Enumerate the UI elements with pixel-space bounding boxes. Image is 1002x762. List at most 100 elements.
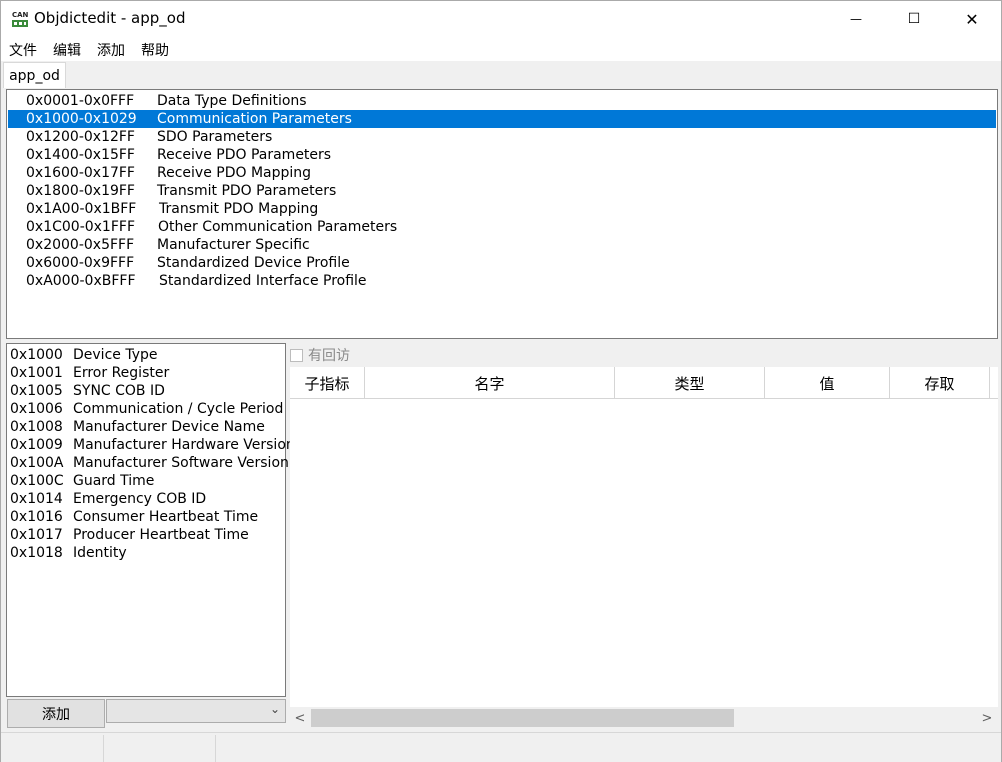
index-code: 0x1018 xyxy=(10,545,63,561)
tab-strip: app_od xyxy=(1,61,1001,88)
index-item[interactable]: 0x1006 Communication / Cycle Period xyxy=(10,400,283,418)
index-item[interactable]: 0x1008 Manufacturer Device Name xyxy=(10,418,265,436)
status-pane-3 xyxy=(216,735,1001,762)
range-name: Standardized Device Profile xyxy=(157,255,350,271)
index-code: 0x1005 xyxy=(10,383,63,399)
subindex-grid[interactable]: 子指标 名字 类型 值 存取 xyxy=(290,367,998,707)
index-name: Identity xyxy=(73,545,127,561)
status-bar xyxy=(1,732,1001,762)
index-name: Manufacturer Software Version xyxy=(73,455,289,471)
index-name: Device Type xyxy=(73,347,158,363)
range-name: Transmit PDO Mapping xyxy=(159,201,319,217)
status-pane-2 xyxy=(104,735,216,762)
range-name: Other Communication Parameters xyxy=(158,219,398,235)
index-name: Emergency COB ID xyxy=(73,491,207,507)
range-item[interactable]: 0x2000-0x5FFF Manufacturer Specific xyxy=(8,236,996,254)
range-name: Standardized Interface Profile xyxy=(159,273,367,289)
chevron-down-icon[interactable]: ⌄ xyxy=(270,702,280,716)
menu-bar: 文件 编辑 添加 帮助 xyxy=(1,37,1001,61)
menu-edit[interactable]: 编辑 xyxy=(53,40,81,60)
app-window: CAN Objdictedit - app_od — ☐ ✕ 文件 编辑 添加 … xyxy=(0,0,1002,762)
range-code: 0x1800-0x19FF xyxy=(26,183,135,199)
index-code: 0x1008 xyxy=(10,419,63,435)
index-code: 0x1000 xyxy=(10,347,63,363)
scrollbar-thumb[interactable] xyxy=(311,709,734,727)
menu-file[interactable]: 文件 xyxy=(9,40,37,60)
range-item[interactable]: 0x1600-0x17FF Receive PDO Mapping xyxy=(8,164,996,182)
index-item[interactable]: 0x1000 Device Type xyxy=(10,346,158,364)
window-title: Objdictedit - app_od xyxy=(34,9,186,27)
index-code: 0x1009 xyxy=(10,437,63,453)
range-code: 0x1A00-0x1BFF xyxy=(26,201,137,217)
maximize-button[interactable]: ☐ xyxy=(885,1,943,37)
index-name: Manufacturer Device Name xyxy=(73,419,265,435)
index-item[interactable]: 0x1005 SYNC COB ID xyxy=(10,382,165,400)
index-item[interactable]: 0x100A Manufacturer Software Version xyxy=(10,454,289,472)
index-item[interactable]: 0x100C Guard Time xyxy=(10,472,154,490)
range-name: Communication Parameters xyxy=(157,111,352,127)
range-item[interactable]: 0x6000-0x9FFF Standardized Device Profile xyxy=(8,254,996,272)
close-icon: ✕ xyxy=(965,9,979,29)
index-code: 0x1014 xyxy=(10,491,63,507)
index-name: Consumer Heartbeat Time xyxy=(73,509,259,525)
menu-add[interactable]: 添加 xyxy=(97,40,125,60)
range-item[interactable]: 0x1200-0x12FF SDO Parameters xyxy=(8,128,996,146)
callback-checkbox-label: 有回访 xyxy=(308,348,350,364)
range-name: Manufacturer Specific xyxy=(157,237,310,253)
range-code: 0xA000-0xBFFF xyxy=(26,273,136,289)
maximize-icon: ☐ xyxy=(907,11,921,27)
callback-checkbox[interactable] xyxy=(290,348,303,362)
index-name: Manufacturer Hardware Version xyxy=(73,437,295,453)
index-item[interactable]: 0x1009 Manufacturer Hardware Version xyxy=(10,436,295,454)
index-code: 0x1006 xyxy=(10,401,63,417)
index-code: 0x1016 xyxy=(10,509,63,525)
index-list[interactable]: 0x1000 Device Type 0x1001 Error Register 0… xyxy=(6,343,295,697)
range-code: 0x1000-0x1029 xyxy=(26,111,137,127)
grid-col-name[interactable]: 名字 xyxy=(365,367,615,399)
grid-col-subindex[interactable]: 子指标 xyxy=(290,367,365,399)
grid-col-type[interactable]: 类型 xyxy=(615,367,765,399)
range-item[interactable]: 0x1800-0x19FF Transmit PDO Parameters xyxy=(8,182,996,200)
index-name: Communication / Cycle Period xyxy=(73,401,284,417)
range-code: 0x1600-0x17FF xyxy=(26,165,135,181)
range-name: Transmit PDO Parameters xyxy=(157,183,337,199)
range-code: 0x2000-0x5FFF xyxy=(26,237,135,253)
range-code: 0x1200-0x12FF xyxy=(26,129,135,145)
index-range-list[interactable]: 0x0001-0x0FFF Data Type Definitions 0x100… xyxy=(6,89,998,339)
range-name: SDO Parameters xyxy=(157,129,273,145)
index-name: Producer Heartbeat Time xyxy=(73,527,249,543)
add-button[interactable]: 添加 xyxy=(7,699,105,728)
range-code: 0x6000-0x9FFF xyxy=(26,255,135,271)
range-code: 0x1400-0x15FF xyxy=(26,147,135,163)
range-name: Data Type Definitions xyxy=(157,93,307,109)
index-item[interactable]: 0x1001 Error Register xyxy=(10,364,169,382)
grid-col-value[interactable]: 值 xyxy=(765,367,890,399)
range-item[interactable]: 0x0001-0x0FFF Data Type Definitions xyxy=(8,92,996,110)
scroll-left-icon[interactable]: < xyxy=(291,709,309,727)
index-name: Guard Time xyxy=(73,473,155,489)
grid-col-access[interactable]: 存取 xyxy=(890,367,990,399)
grid-horizontal-scrollbar[interactable]: < > xyxy=(290,707,998,729)
range-code: 0x1C00-0x1FFF xyxy=(26,219,135,235)
range-item[interactable]: 0xA000-0xBFFF Standardized Interface Prof… xyxy=(8,272,996,290)
range-item[interactable]: 0x1C00-0x1FFF Other Communication Paramet… xyxy=(8,218,996,236)
range-name: Receive PDO Parameters xyxy=(157,147,332,163)
index-item[interactable]: 0x1014 Emergency COB ID xyxy=(10,490,206,508)
range-item[interactable]: 0x1400-0x15FF Receive PDO Parameters xyxy=(8,146,996,164)
title-bar[interactable]: CAN Objdictedit - app_od — ☐ ✕ xyxy=(1,1,1001,37)
close-button[interactable]: ✕ xyxy=(943,1,1001,37)
add-type-combo[interactable]: ⌄ xyxy=(106,699,286,723)
index-code: 0x1001 xyxy=(10,365,63,381)
scroll-right-icon[interactable]: > xyxy=(978,709,996,727)
index-item[interactable]: 0x1018 Identity xyxy=(10,544,127,562)
index-item[interactable]: 0x1017 Producer Heartbeat Time xyxy=(10,526,249,544)
svg-text:CAN: CAN xyxy=(12,11,29,19)
range-item-selected[interactable]: 0x1000-0x1029 Communication Parameters xyxy=(8,110,996,128)
range-item[interactable]: 0x1A00-0x1BFF Transmit PDO Mapping xyxy=(8,200,996,218)
menu-help[interactable]: 帮助 xyxy=(141,40,169,60)
index-item[interactable]: 0x1016 Consumer Heartbeat Time xyxy=(10,508,258,526)
index-code: 0x100A xyxy=(10,455,64,471)
minimize-button[interactable]: — xyxy=(827,1,885,37)
tab-app-od[interactable]: app_od xyxy=(3,62,66,88)
index-name: SYNC COB ID xyxy=(73,383,165,399)
